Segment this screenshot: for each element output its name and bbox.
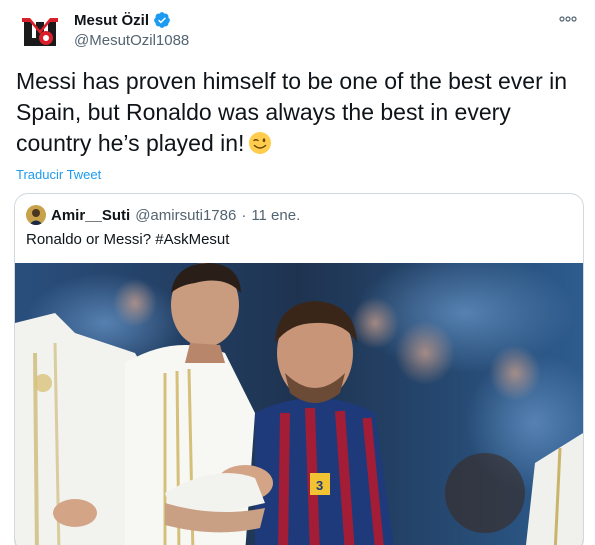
- quoted-separator: ·: [241, 206, 247, 224]
- svg-text:3: 3: [316, 478, 323, 493]
- quoted-avatar-icon: [26, 205, 46, 225]
- author-display-name[interactable]: Mesut Özil: [74, 12, 149, 29]
- author-name-row: Mesut Özil: [74, 10, 189, 30]
- author-avatar[interactable]: [16, 8, 64, 56]
- quoted-date[interactable]: 11 ene.: [251, 207, 300, 224]
- quoted-tweet-header: Amir__Suti @amirsuti1786 · 11 ene.: [26, 205, 300, 225]
- more-dots-icon[interactable]: [557, 10, 579, 28]
- verified-badge-icon: [154, 12, 170, 28]
- m10-logo-icon: [16, 8, 64, 56]
- tweet-header: Mesut Özil @MesutOzil1088: [16, 8, 579, 56]
- tweet-text: Messi has proven himself to be one of th…: [16, 66, 586, 159]
- author-handle[interactable]: @MesutOzil1088: [74, 32, 189, 49]
- tweet-text-content: Messi has proven himself to be one of th…: [16, 68, 568, 156]
- quoted-author-name[interactable]: Amir__Suti: [51, 207, 130, 224]
- quoted-author-avatar[interactable]: [26, 205, 46, 225]
- quoted-tweet[interactable]: Amir__Suti @amirsuti1786 · 11 ene. Ronal…: [14, 193, 584, 545]
- author-info: Mesut Özil @MesutOzil1088: [74, 10, 189, 50]
- translate-tweet-link[interactable]: Traducir Tweet: [16, 167, 101, 182]
- winking-face-emoji-icon: [249, 132, 272, 154]
- quoted-tweet-text: Ronaldo or Messi? #AskMesut: [26, 231, 230, 248]
- quoted-media-photo[interactable]: 3: [15, 263, 583, 545]
- quoted-author-handle[interactable]: @amirsuti1786: [135, 207, 236, 224]
